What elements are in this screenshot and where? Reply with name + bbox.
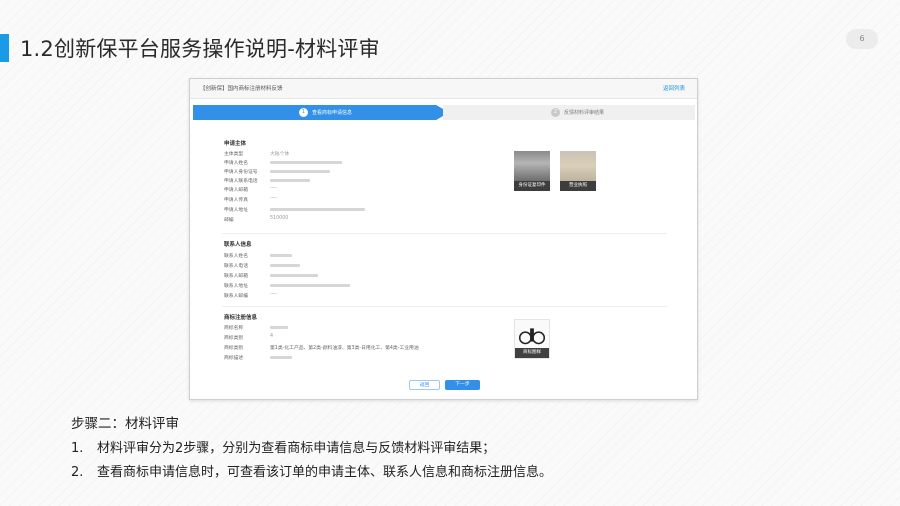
trademark-thumbnail[interactable]: 商标图样 xyxy=(514,319,550,359)
description-item-1: 1. 材料评审分为2步骤，分别为查看商标申请信息与反馈材料评审结果； xyxy=(71,437,495,456)
contact-phone-row: 联系人电话 xyxy=(224,262,484,270)
step-2-number: 2 xyxy=(551,108,560,117)
field-value: ---- xyxy=(270,186,277,191)
section-divider xyxy=(222,306,667,307)
description-item-2: 2. 查看商标申请信息时，可查看该订单的申请主体、联系人信息和商标注册信息。 xyxy=(71,461,552,480)
step-1-label: 查看商标申请信息 xyxy=(312,110,353,116)
field-label: 商标描述 xyxy=(224,356,244,361)
field-label: 商标类别 xyxy=(224,346,244,351)
title-accent-bar xyxy=(0,34,9,62)
applicant-section-title: 申请主体 xyxy=(224,141,247,147)
field-label: 联系人邮编 xyxy=(224,294,248,299)
blurred-value xyxy=(270,284,350,287)
screenshot-header: 【创新保】国内商标注册材料反馈 返回列表 xyxy=(190,79,697,99)
next-step-button[interactable]: 下一步 xyxy=(445,380,480,390)
trademark-class-count-row: 商标类别 4 xyxy=(224,334,484,342)
field-label: 主体类型 xyxy=(224,152,244,157)
field-value: ---- xyxy=(270,196,277,201)
app-screenshot: 【创新保】国内商标注册材料反馈 返回列表 1 查看商标申请信息 2 反馈材料评审… xyxy=(189,78,698,400)
business-license-thumbnail[interactable]: 营业执照 xyxy=(560,151,596,191)
field-label: 商标类别 xyxy=(224,336,244,341)
back-to-list-link[interactable]: 返回列表 xyxy=(663,84,685,92)
blurred-value xyxy=(270,274,318,277)
field-value: 第1类-化工产品、第2类-颜料油漆、第3类-日用化工、第4类-工业用油 xyxy=(270,346,419,351)
applicant-type-row: 主体类型 大陆个体 xyxy=(224,150,484,158)
blurred-value xyxy=(270,254,292,257)
field-label: 联系人姓名 xyxy=(224,254,248,259)
section-divider xyxy=(222,233,667,234)
field-label: 申请人身份证号 xyxy=(224,170,258,175)
field-label: 申请人姓名 xyxy=(224,161,248,166)
blurred-value xyxy=(270,264,300,267)
thumbnail-caption: 营业执照 xyxy=(560,181,596,191)
contact-section-title: 联系人信息 xyxy=(224,242,252,248)
applicant-name-row: 申请人姓名 xyxy=(224,159,484,167)
applicant-postcode-row: 邮编 510000 xyxy=(224,216,484,224)
contact-address-row: 联系人地址 xyxy=(224,282,484,290)
thumbnail-caption: 身份证复印件 xyxy=(514,181,550,191)
back-button[interactable]: 返回 xyxy=(409,380,440,390)
thumbnail-caption: 商标图样 xyxy=(515,348,549,358)
blurred-value xyxy=(270,161,342,164)
blurred-value xyxy=(270,326,288,329)
field-value: 大陆个体 xyxy=(270,152,290,157)
field-value: ---- xyxy=(270,292,277,297)
trademark-description-row: 商标描述 xyxy=(224,354,484,362)
field-label: 联系人电话 xyxy=(224,264,248,269)
trademark-image-icon xyxy=(518,328,546,345)
field-label: 联系人邮箱 xyxy=(224,274,248,279)
step-1-tab[interactable]: 1 查看商标申请信息 xyxy=(193,105,449,120)
applicant-email-row: 申请人邮箱 ---- xyxy=(224,186,484,194)
contact-postcode-row: 联系人邮编 ---- xyxy=(224,292,484,300)
trademark-section-title: 商标注册信息 xyxy=(224,315,258,321)
field-label: 商标名称 xyxy=(224,326,244,331)
field-label: 申请人联系电话 xyxy=(224,179,258,184)
business-license-image-icon xyxy=(560,151,596,181)
applicant-fax-row: 申请人传真 ---- xyxy=(224,196,484,204)
item-number: 1. xyxy=(71,441,84,456)
id-card-thumbnail[interactable]: 身份证复印件 xyxy=(514,151,550,191)
slide-title: 1.2创新保平台服务操作说明-材料评审 xyxy=(20,37,380,61)
step-description-title: 步骤二：材料评审 xyxy=(71,416,179,432)
step-2-tab[interactable]: 2 反馈材料评审结果 xyxy=(443,105,695,120)
applicant-address-row: 申请人地址 xyxy=(224,206,484,214)
page-number-badge: 6 xyxy=(846,29,878,49)
applicant-id-row: 申请人身份证号 xyxy=(224,168,484,176)
blurred-value xyxy=(270,179,310,182)
field-label: 申请人传真 xyxy=(224,198,248,203)
applicant-phone-row: 申请人联系电话 xyxy=(224,177,484,185)
screenshot-page-title: 【创新保】国内商标注册材料反馈 xyxy=(200,86,283,92)
field-label: 申请人地址 xyxy=(224,208,248,213)
contact-email-row: 联系人邮箱 xyxy=(224,272,484,280)
field-value: 4 xyxy=(270,334,274,339)
field-label: 申请人邮箱 xyxy=(224,188,248,193)
item-number: 2. xyxy=(71,465,84,480)
step-1-number: 1 xyxy=(299,108,308,117)
field-value: 510000 xyxy=(270,216,289,221)
item-text: 材料评审分为2步骤，分别为查看商标申请信息与反馈材料评审结果； xyxy=(97,441,496,456)
step-progress-bar: 1 查看商标申请信息 2 反馈材料评审结果 xyxy=(193,105,695,120)
trademark-classes-row: 商标类别 第1类-化工产品、第2类-颜料油漆、第3类-日用化工、第4类-工业用油 xyxy=(224,344,524,352)
blurred-value xyxy=(270,356,292,359)
field-label: 联系人地址 xyxy=(224,284,248,289)
item-text: 查看商标申请信息时，可查看该订单的申请主体、联系人信息和商标注册信息。 xyxy=(97,465,553,480)
field-label: 邮编 xyxy=(224,218,234,223)
blurred-value xyxy=(270,208,365,211)
blurred-value xyxy=(270,170,330,173)
trademark-name-row: 商标名称 xyxy=(224,324,484,332)
step-2-label: 反馈材料评审结果 xyxy=(564,110,605,116)
id-card-image-icon xyxy=(514,151,550,181)
contact-name-row: 联系人姓名 xyxy=(224,252,484,260)
